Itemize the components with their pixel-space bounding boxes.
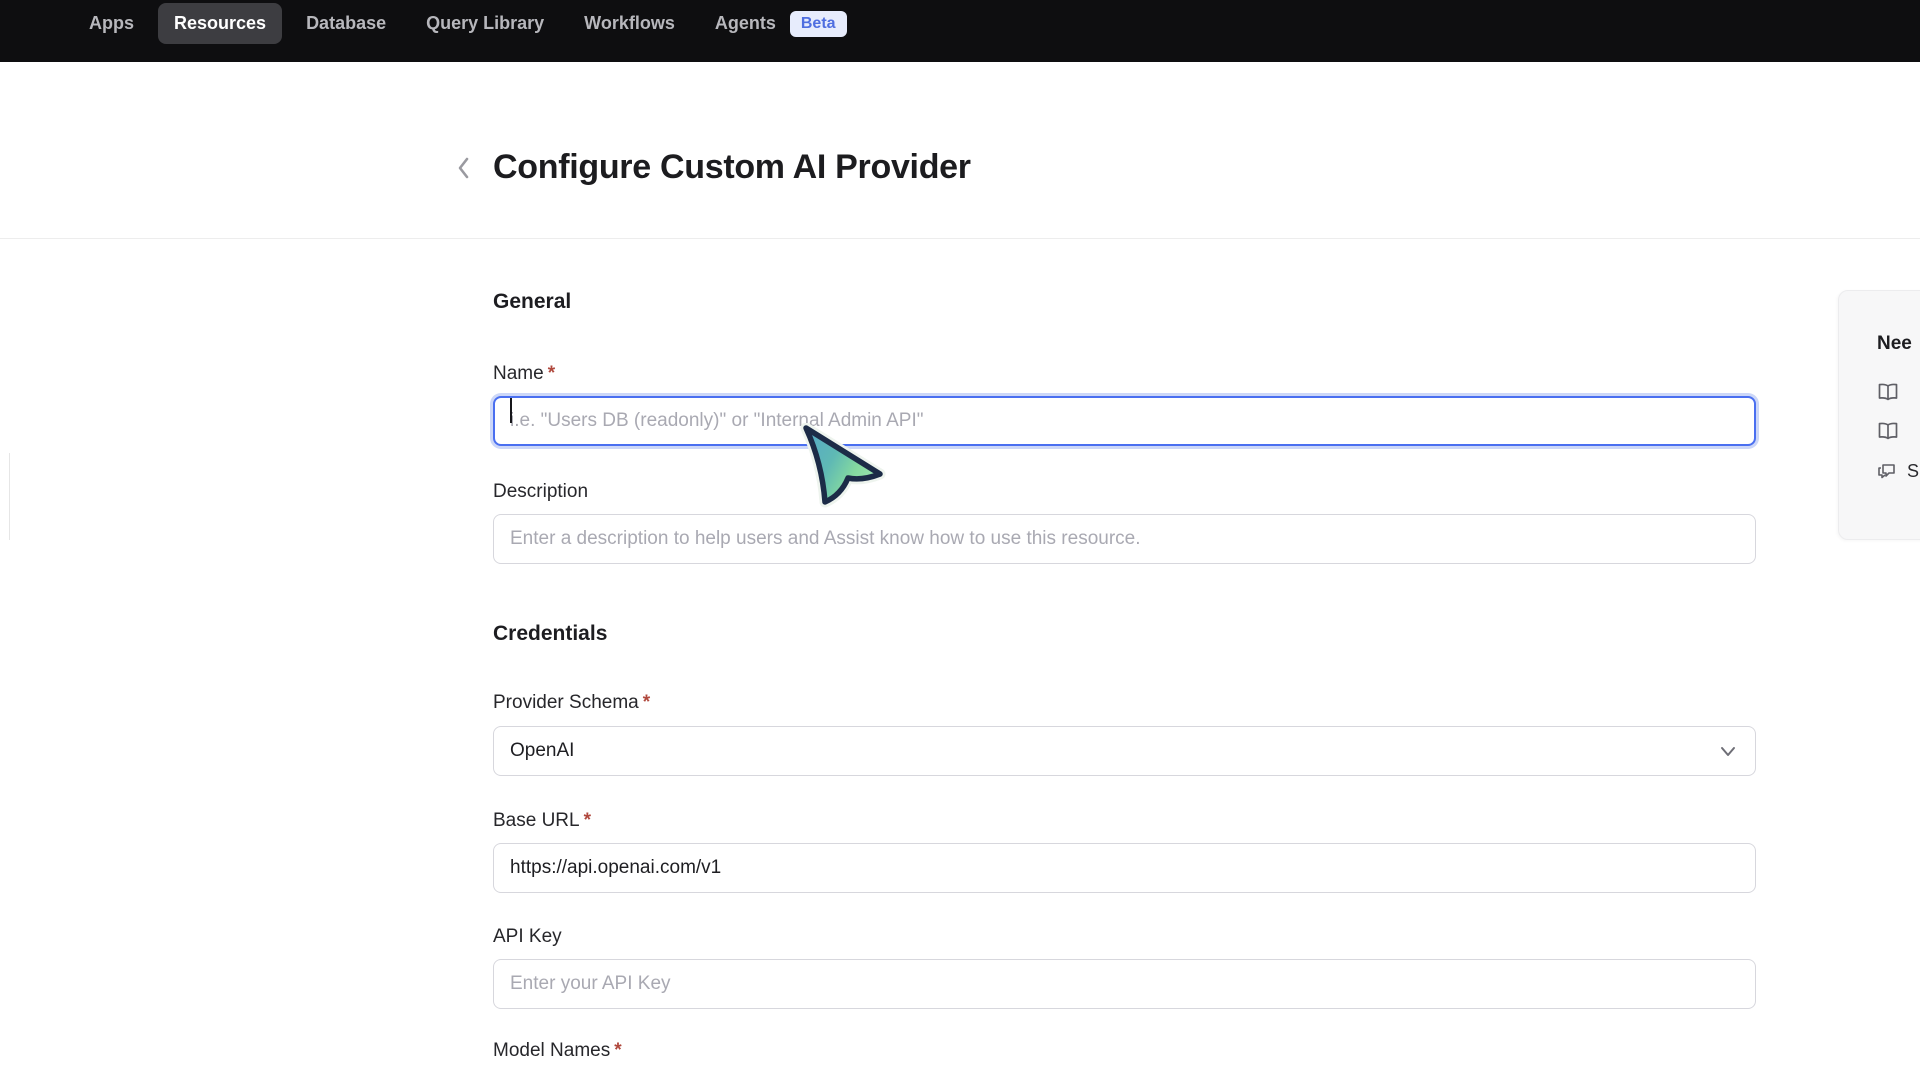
name-label: Name* (493, 363, 1756, 385)
name-label-text: Name (493, 363, 544, 384)
top-nav-items: Apps Resources Database Query Library Wo… (73, 2, 847, 45)
base-url-input[interactable] (493, 843, 1756, 893)
left-edge-artifact (9, 453, 10, 540)
provider-schema-label: Provider Schema* (493, 692, 1756, 714)
chevron-left-icon (456, 155, 472, 181)
api-key-input[interactable] (493, 959, 1756, 1009)
description-input[interactable] (493, 514, 1756, 564)
provider-schema-value: OpenAI (510, 740, 574, 762)
base-url-label: Base URL* (493, 810, 1756, 832)
nav-tab-apps[interactable]: Apps (73, 3, 150, 44)
description-label: Description (493, 481, 1756, 503)
nav-tab-agents[interactable]: Agents (699, 3, 780, 44)
top-nav-bar: Apps Resources Database Query Library Wo… (0, 0, 1920, 62)
help-link-support-label: S (1907, 461, 1919, 482)
back-button[interactable] (450, 152, 478, 184)
nav-tab-resources[interactable]: Resources (158, 3, 282, 44)
help-panel-title: Nee (1877, 333, 1920, 355)
nav-tab-database[interactable]: Database (290, 3, 402, 44)
nav-tab-query-library[interactable]: Query Library (410, 3, 560, 44)
help-link-docs[interactable] (1877, 383, 1920, 403)
beta-badge: Beta (790, 11, 847, 37)
help-link-guide[interactable] (1877, 422, 1920, 442)
base-url-label-text: Base URL (493, 810, 580, 831)
name-input-wrap (493, 385, 1756, 446)
model-names-label-text: Model Names (493, 1040, 610, 1061)
page-title: Configure Custom AI Provider (493, 148, 971, 187)
provider-schema-select[interactable]: OpenAI (493, 726, 1756, 776)
section-heading-credentials: Credentials (493, 622, 1756, 646)
chevron-down-icon (1717, 740, 1739, 762)
book-icon (1877, 383, 1899, 403)
required-asterisk: * (548, 363, 555, 384)
nav-tab-workflows[interactable]: Workflows (568, 3, 691, 44)
nav-tab-agents-group: Agents Beta (699, 3, 847, 44)
name-input[interactable] (493, 396, 1756, 446)
required-asterisk: * (643, 692, 650, 713)
chat-icon (1877, 462, 1897, 480)
required-asterisk: * (614, 1040, 621, 1061)
help-link-support[interactable]: S (1877, 461, 1920, 481)
section-heading-general: General (493, 290, 1756, 314)
required-asterisk: * (584, 810, 591, 831)
api-key-label: API Key (493, 926, 1756, 948)
provider-schema-label-text: Provider Schema (493, 692, 639, 713)
provider-form: General Name* Description Credentials Pr… (493, 238, 1756, 1062)
help-panel: Nee S (1838, 290, 1920, 540)
model-names-label: Model Names* (493, 1040, 1756, 1062)
book-icon (1877, 422, 1899, 442)
text-caret (510, 398, 512, 423)
